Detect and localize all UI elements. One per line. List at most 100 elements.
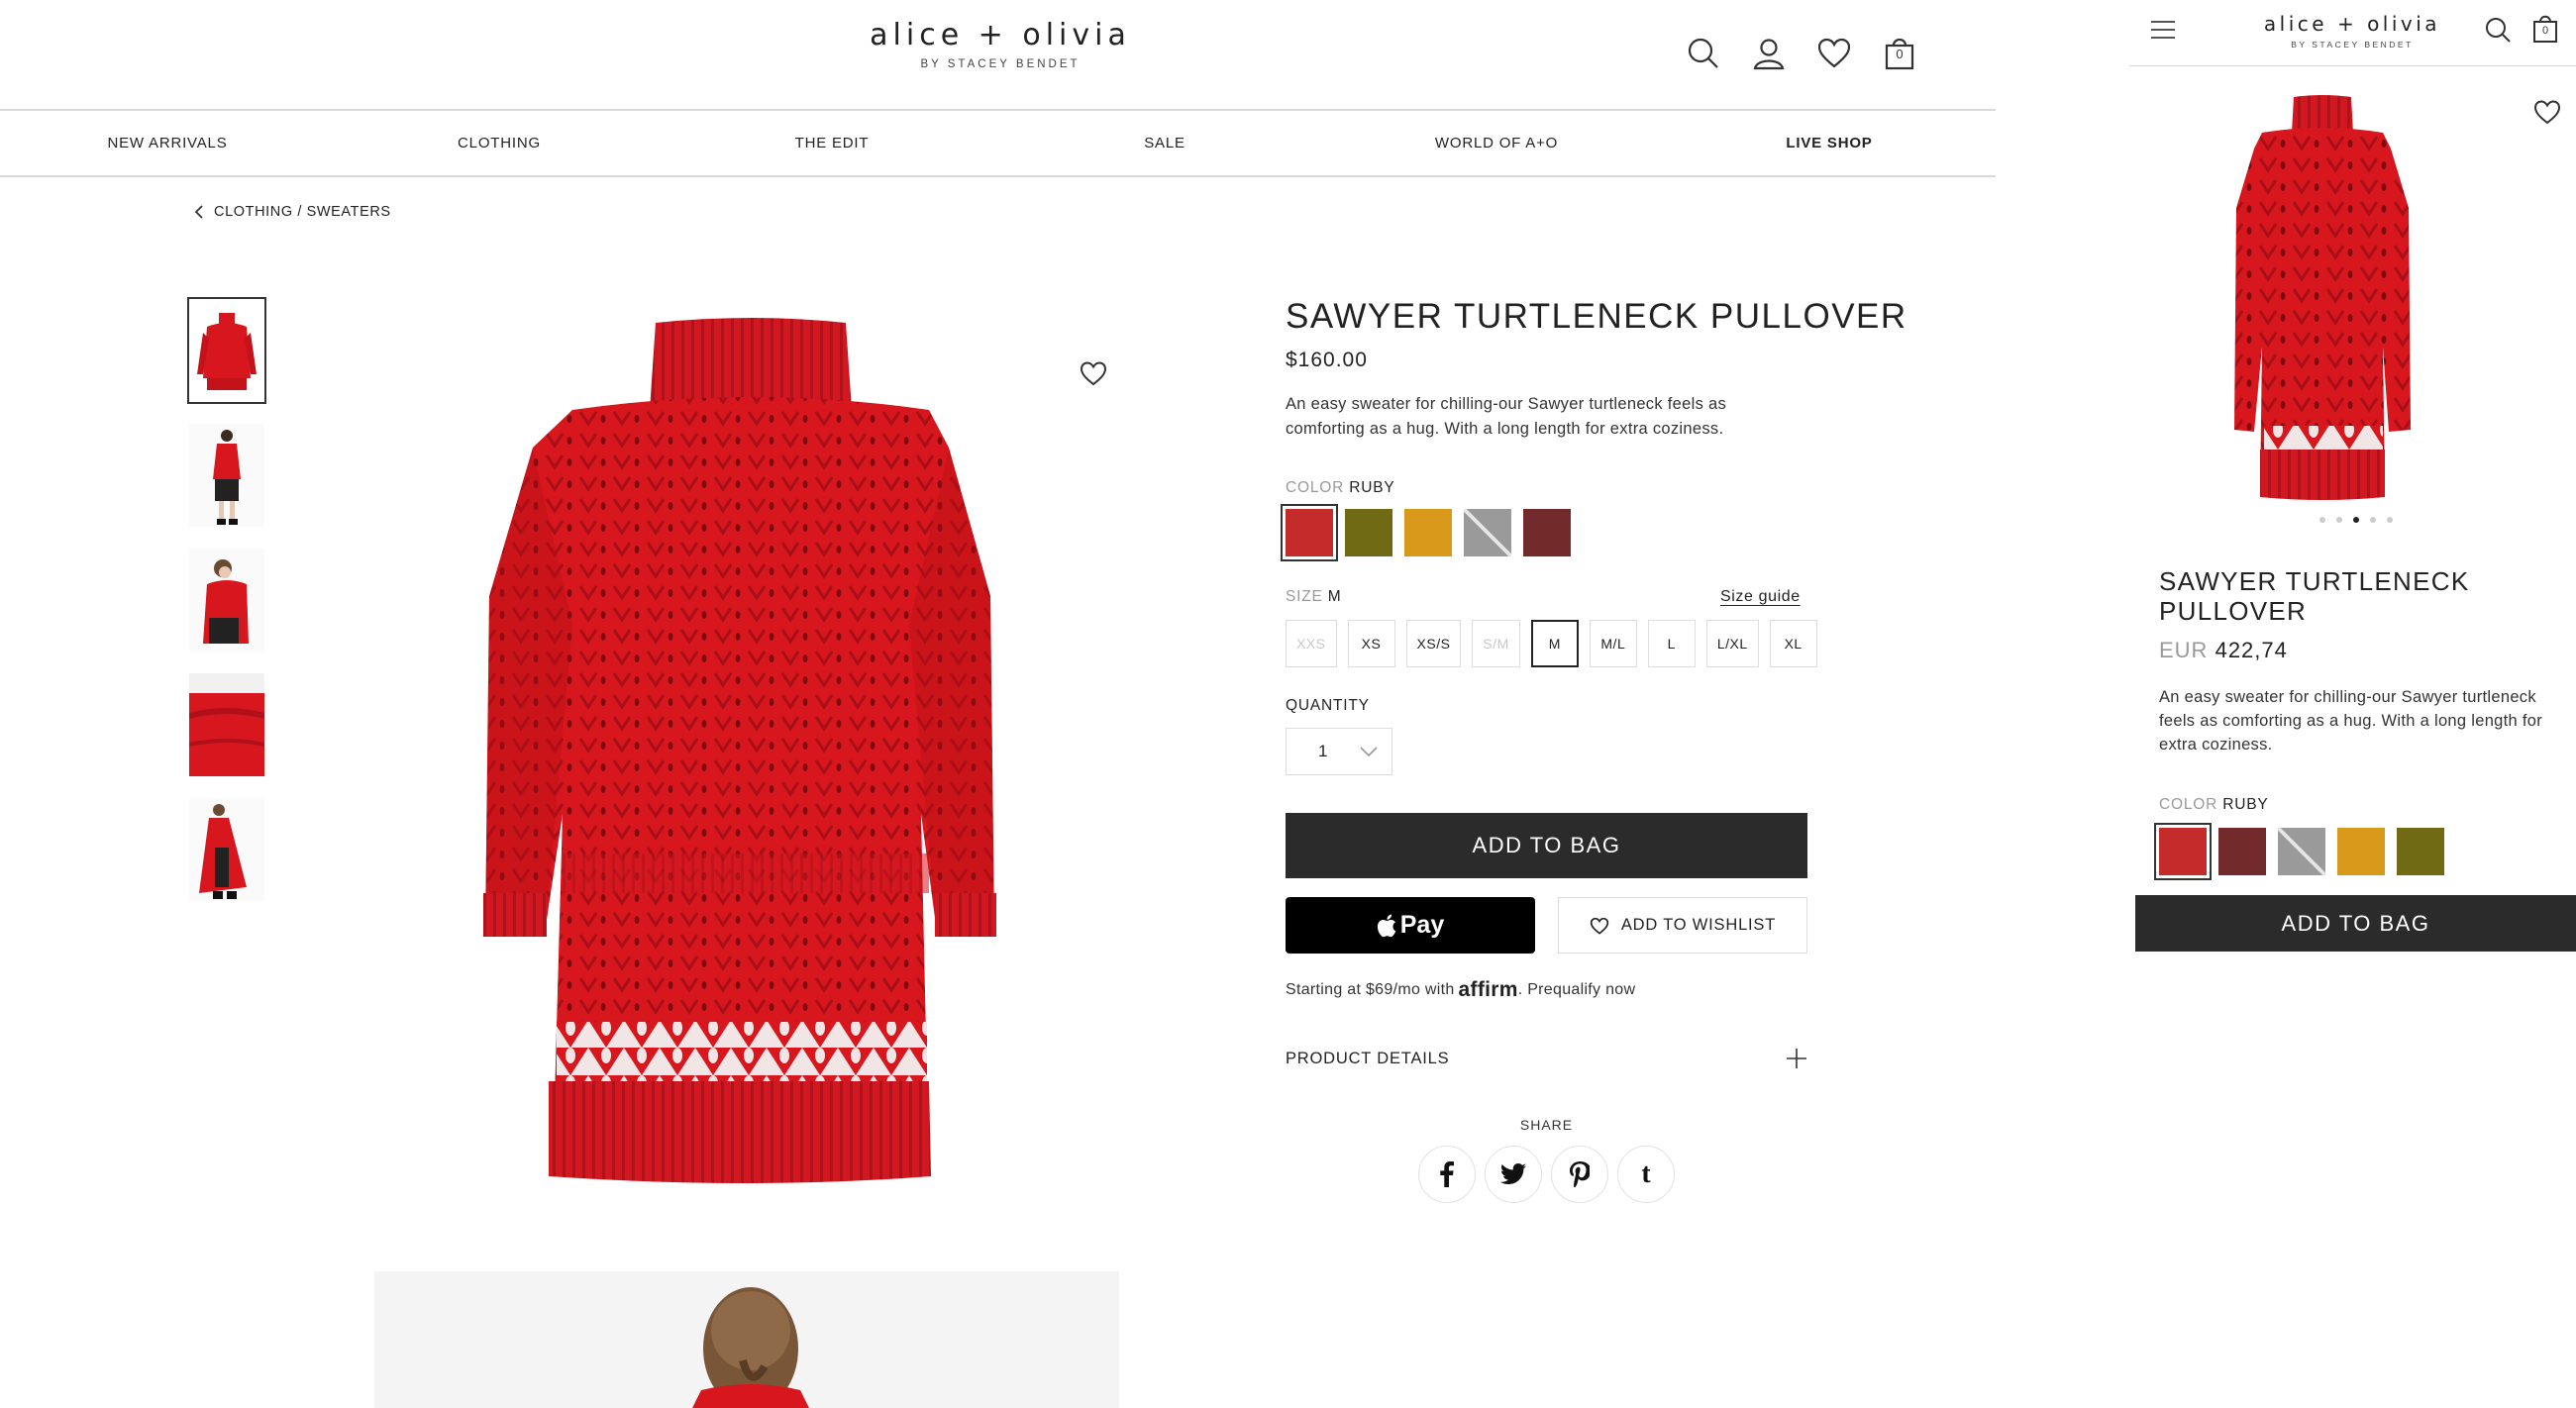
mobile-add-to-bag-button[interactable]: ADD TO BAG xyxy=(2135,895,2576,952)
mobile-search-icon[interactable] xyxy=(2484,16,2514,46)
share-label: SHARE xyxy=(1519,1117,1574,1133)
size-label: SIZE M xyxy=(1286,588,1341,606)
mobile-price-currency: EUR xyxy=(2159,638,2209,662)
affirm-prefix: Starting at $69/mo with xyxy=(1286,981,1455,998)
image-wishlist-heart-icon[interactable] xyxy=(1080,360,1109,390)
facebook-icon[interactable] xyxy=(1418,1146,1476,1203)
size-label-text: SIZE xyxy=(1286,588,1323,605)
twitter-icon[interactable] xyxy=(1485,1146,1542,1203)
mobile-brand-logo[interactable]: alice + olivia BY STACEY BENDET xyxy=(2228,12,2476,50)
apple-pay-button[interactable]: Pay xyxy=(1286,897,1535,954)
mobile-color-selected: RUBY xyxy=(2222,796,2269,813)
product-details-toggle[interactable]: PRODUCT DETAILS xyxy=(1286,1048,1807,1069)
quantity-value: 1 xyxy=(1318,742,1328,760)
mobile-color-swatch-ruby[interactable] xyxy=(2154,823,2212,880)
size-option[interactable]: XS xyxy=(1347,620,1395,667)
brand-logo[interactable]: alice + olivia BY STACEY BENDET xyxy=(773,18,1228,70)
account-icon[interactable] xyxy=(1749,34,1789,73)
nav-sale[interactable]: SALE xyxy=(1144,135,1185,151)
thumbnail-5[interactable] xyxy=(189,798,264,901)
nav-the-edit[interactable]: THE EDIT xyxy=(795,135,870,151)
wishlist-heart-icon[interactable] xyxy=(1814,34,1854,73)
mobile-color-label-text: COLOR xyxy=(2159,796,2218,813)
breadcrumb[interactable]: CLOTHING / SWEATERS xyxy=(194,204,391,220)
main-nav: NEW ARRIVALS CLOTHING THE EDIT SALE WORL… xyxy=(0,111,1996,176)
color-swatch-ruby[interactable] xyxy=(1281,504,1338,561)
share-buttons: t xyxy=(1418,1146,1675,1203)
brand-tagline: BY STACEY BENDET xyxy=(920,58,1081,70)
mobile-product-price: EUR 422,74 xyxy=(2159,638,2288,663)
heart-icon xyxy=(1590,917,1609,935)
wishlist-label: ADD TO WISHLIST xyxy=(1620,916,1777,934)
size-option[interactable]: M/L xyxy=(1589,620,1637,667)
nav-new-arrivals[interactable]: NEW ARRIVALS xyxy=(107,135,227,151)
thumbnail-2[interactable] xyxy=(189,424,264,527)
carousel-dot[interactable] xyxy=(2387,517,2393,523)
product-details-label: PRODUCT DETAILS xyxy=(1286,1049,1450,1067)
add-to-wishlist-button[interactable]: ADD TO WISHLIST xyxy=(1558,897,1807,954)
size-option[interactable]: XS/S xyxy=(1405,620,1462,667)
model-photo xyxy=(692,1287,809,1408)
image-carousel-dots xyxy=(2319,517,2393,523)
size-option[interactable]: S/M xyxy=(1472,620,1520,667)
size-option[interactable]: L/XL xyxy=(1705,620,1759,667)
pinterest-icon[interactable] xyxy=(1551,1146,1608,1203)
size-option[interactable]: XXS xyxy=(1286,620,1337,667)
thumbnail-4[interactable] xyxy=(189,673,264,776)
add-to-bag-button[interactable]: ADD TO BAG xyxy=(1286,813,1807,878)
mobile-product-title: SAWYER TURTLENECK PULLOVER xyxy=(2159,566,2470,626)
apple-pay-label: Pay xyxy=(1399,911,1445,939)
hamburger-menu-icon[interactable] xyxy=(2149,18,2179,48)
carousel-dot[interactable] xyxy=(2336,517,2342,523)
search-icon[interactable] xyxy=(1684,34,1723,73)
nav-world-of-ao[interactable]: WORLD OF A+O xyxy=(1435,135,1558,151)
color-swatch-mustard[interactable] xyxy=(1404,509,1452,556)
carousel-dot[interactable] xyxy=(2370,517,2376,523)
chevron-down-icon xyxy=(1360,747,1378,756)
size-option[interactable]: XL xyxy=(1769,620,1817,667)
mobile-color-swatch-mustard[interactable] xyxy=(2337,828,2385,875)
affirm-message[interactable]: Starting at $69/mo with affirm . Prequal… xyxy=(1286,978,1635,1002)
mobile-wishlist-heart-icon[interactable] xyxy=(2533,99,2563,127)
color-swatch-grey[interactable] xyxy=(1464,509,1511,556)
mobile-color-swatch-olive[interactable] xyxy=(2397,828,2444,875)
mobile-product-image[interactable] xyxy=(2189,89,2456,505)
nav-divider xyxy=(0,175,1996,177)
thumbnail-3[interactable] xyxy=(189,549,264,652)
carousel-dot-active[interactable] xyxy=(2353,517,2359,523)
chevron-left-icon xyxy=(194,205,203,219)
shopping-bag-icon[interactable]: 0 xyxy=(1880,34,1919,73)
color-swatch-burgundy[interactable] xyxy=(1523,509,1571,556)
mobile-sweater-image xyxy=(2234,95,2411,500)
breadcrumb-label: CLOTHING / SWEATERS xyxy=(214,204,391,220)
mobile-brand-name: alice + olivia xyxy=(2263,12,2441,36)
mobile-brand-tagline: BY STACEY BENDET xyxy=(2291,40,2414,50)
product-title: SAWYER TURTLENECK PULLOVER xyxy=(1286,297,1907,336)
nav-live-shop[interactable]: LIVE SHOP xyxy=(1786,135,1872,151)
size-option[interactable]: M xyxy=(1530,620,1579,667)
product-price: $160.00 xyxy=(1286,349,1368,371)
tumblr-icon[interactable]: t xyxy=(1617,1146,1675,1203)
mobile-color-swatch-grey[interactable] xyxy=(2278,828,2325,875)
mobile-color-label: COLOR RUBY xyxy=(2159,796,2269,814)
color-swatch-olive[interactable] xyxy=(1345,509,1392,556)
carousel-dot[interactable] xyxy=(2319,517,2325,523)
size-option[interactable]: L xyxy=(1647,620,1696,667)
site-header: alice + olivia BY STACEY BENDET 0 xyxy=(0,0,1996,109)
plus-icon xyxy=(1787,1049,1806,1068)
mobile-header-divider xyxy=(2129,65,2576,66)
quantity-label: QUANTITY xyxy=(1286,697,1370,714)
sweater-image xyxy=(483,318,996,1183)
nav-clothing[interactable]: CLOTHING xyxy=(458,135,541,151)
thumbnail-list xyxy=(187,297,266,901)
main-product-image[interactable] xyxy=(374,299,1119,1190)
secondary-product-image[interactable] xyxy=(374,1271,1119,1408)
mobile-cart-count: 0 xyxy=(2541,25,2549,37)
mobile-color-swatch-burgundy[interactable] xyxy=(2218,828,2266,875)
color-swatches xyxy=(1281,504,1571,561)
size-guide-link[interactable]: Size guide xyxy=(1720,588,1801,606)
mobile-product-description: An easy sweater for chilling-our Sawyer … xyxy=(2159,688,2543,754)
thumbnail-1[interactable] xyxy=(187,297,266,404)
mobile-shopping-bag-icon[interactable]: 0 xyxy=(2531,14,2561,46)
quantity-select[interactable]: 1 xyxy=(1286,728,1392,775)
